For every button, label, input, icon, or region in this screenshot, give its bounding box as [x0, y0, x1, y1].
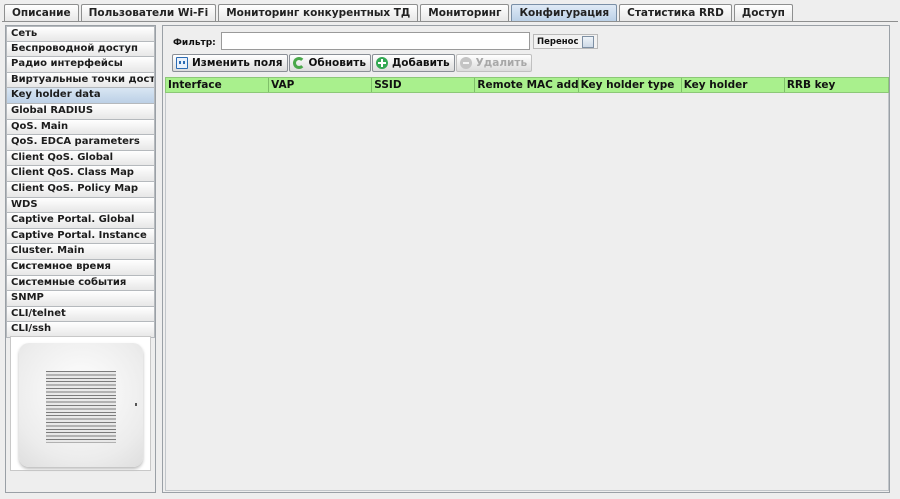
column-header-ssid[interactable]: SSID	[372, 78, 476, 92]
add-label: Добавить	[391, 57, 450, 69]
sidebar-item-key-holder-data[interactable]: Key holder data	[6, 88, 155, 104]
sidebar: Сеть Беспроводной доступ Радио интерфейс…	[5, 25, 156, 493]
edit-fields-button[interactable]: Изменить поля	[172, 54, 288, 72]
refresh-label: Обновить	[308, 57, 366, 69]
column-header-key-holder-type[interactable]: Key holder type	[579, 78, 682, 92]
sidebar-item-network[interactable]: Сеть	[6, 26, 155, 42]
filter-label: Фильтр:	[173, 38, 216, 48]
sidebar-item-client-qos-class-map[interactable]: Client QoS. Class Map	[6, 166, 155, 182]
top-tabs: Описание Пользователи Wi-Fi Мониторинг к…	[4, 4, 795, 22]
tab-access[interactable]: Доступ	[733, 4, 793, 22]
sidebar-item-radio-interfaces[interactable]: Радио интерфейсы	[6, 57, 155, 73]
sidebar-item-wds[interactable]: WDS	[6, 197, 155, 214]
access-point-grille	[46, 371, 116, 443]
tab-description[interactable]: Описание	[4, 4, 79, 22]
delete-icon	[459, 57, 472, 69]
status-led-icon	[135, 403, 137, 406]
refresh-button[interactable]: Обновить	[288, 54, 371, 72]
sidebar-item-system-time[interactable]: Системное время	[6, 259, 155, 276]
add-icon	[375, 57, 388, 69]
wrap-label: Перенос	[537, 36, 579, 47]
tab-configuration[interactable]: Конфигурация	[511, 4, 618, 22]
device-image-frame	[10, 336, 151, 471]
filter-input[interactable]	[221, 32, 530, 50]
sidebar-item-client-qos-policy-map[interactable]: Client QoS. Policy Map	[6, 181, 155, 198]
table-body[interactable]	[165, 93, 889, 491]
sidebar-item-cli-telnet[interactable]: CLI/telnet	[6, 306, 155, 323]
refresh-icon	[292, 57, 305, 69]
sidebar-item-cluster-main[interactable]: Cluster. Main	[6, 244, 155, 260]
table-header: Interface VAP SSID Remote MAC address Ke…	[165, 77, 889, 93]
fields-icon	[176, 57, 188, 69]
delete-button[interactable]: Удалить	[455, 54, 533, 72]
column-header-vap[interactable]: VAP	[269, 78, 373, 92]
column-header-key-holder[interactable]: Key holder	[682, 78, 785, 92]
tab-monitoring[interactable]: Мониторинг	[420, 4, 510, 22]
tab-divider	[2, 21, 898, 22]
sidebar-item-captive-portal-instance[interactable]: Captive Portal. Instance	[6, 228, 155, 245]
tab-competitor-ap-monitoring[interactable]: Мониторинг конкурентных ТД	[218, 4, 419, 22]
tab-wifi-users[interactable]: Пользователи Wi-Fi	[80, 4, 217, 22]
sidebar-item-system-events[interactable]: Системные события	[6, 275, 155, 292]
sidebar-item-captive-portal-global[interactable]: Captive Portal. Global	[6, 213, 155, 229]
main-panel: Фильтр: Перенос Изменить поля Обновить Д…	[162, 25, 890, 493]
sidebar-item-wireless-access[interactable]: Беспроводной доступ	[6, 41, 155, 58]
wrap-toggle[interactable]: Перенос	[533, 34, 599, 49]
wrap-checkbox[interactable]	[582, 35, 595, 48]
sidebar-item-qos-main[interactable]: QoS. Main	[6, 119, 155, 136]
edit-fields-label: Изменить поля	[192, 57, 283, 69]
sidebar-item-client-qos-global[interactable]: Client QoS. Global	[6, 150, 155, 167]
sidebar-item-virtual-ap[interactable]: Виртуальные точки доступа	[6, 72, 155, 89]
column-header-remote-mac[interactable]: Remote MAC address	[475, 78, 579, 92]
sidebar-item-global-radius[interactable]: Global RADIUS	[6, 103, 155, 120]
access-point-image	[19, 343, 143, 467]
column-header-rrb-key[interactable]: RRB key	[785, 78, 888, 92]
column-header-interface[interactable]: Interface	[166, 78, 270, 92]
tab-rrd-statistics[interactable]: Статистика RRD	[619, 4, 732, 22]
sidebar-item-snmp[interactable]: SNMP	[6, 291, 155, 307]
delete-label: Удалить	[475, 57, 528, 69]
toolbar: Изменить поля Обновить Добавить Удалить	[172, 54, 533, 72]
sidebar-item-qos-edca[interactable]: QoS. EDCA parameters	[6, 135, 155, 151]
add-button[interactable]: Добавить	[371, 54, 455, 72]
